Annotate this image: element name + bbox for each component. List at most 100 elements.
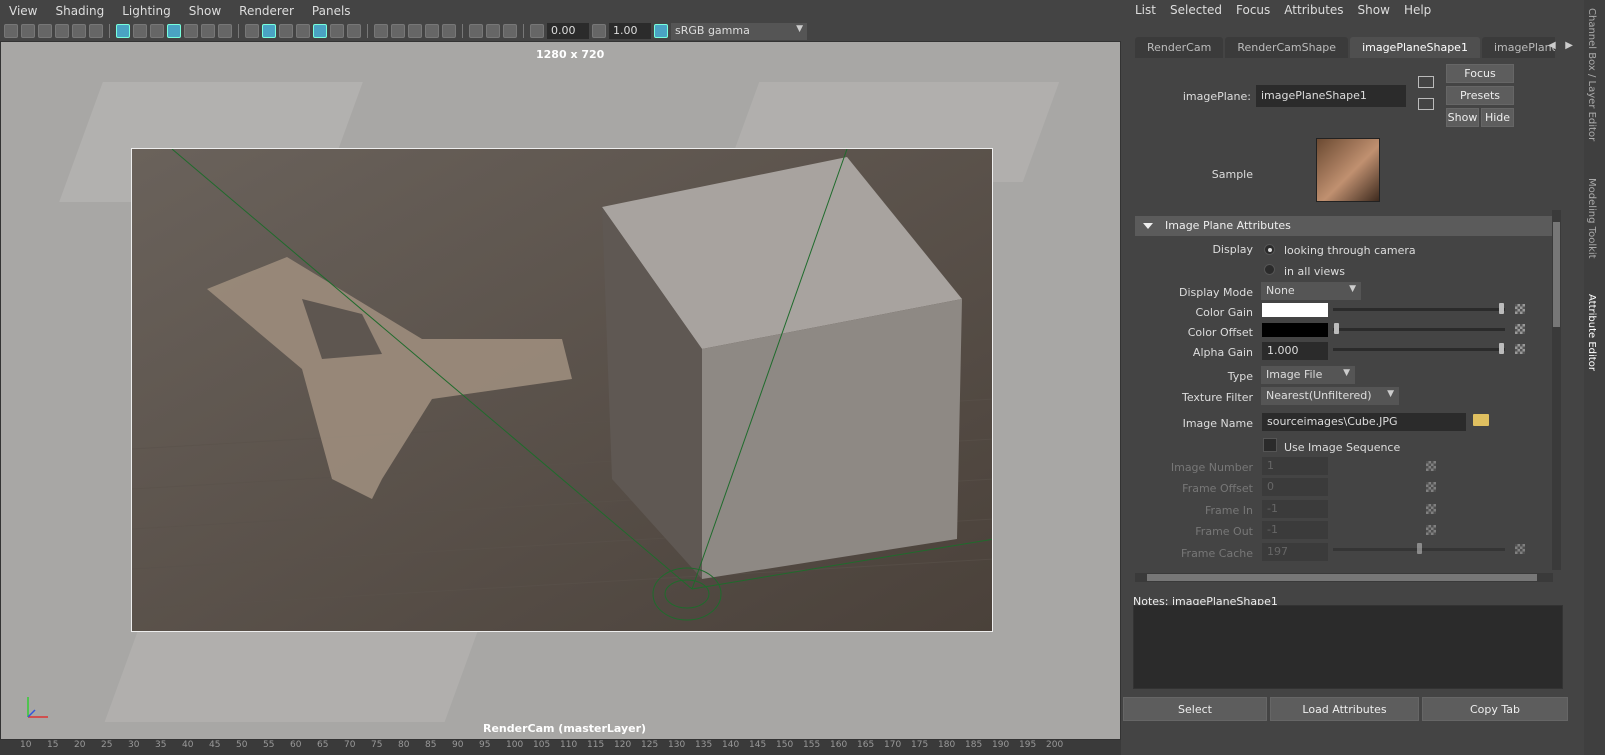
menu-help[interactable]: Help (1404, 3, 1431, 17)
select-camera-icon[interactable] (4, 24, 18, 38)
color-offset-slider-knob[interactable] (1334, 323, 1339, 334)
view-transform-dropdown[interactable]: sRGB gamma ▼ (671, 22, 807, 40)
frame-cache-slider-knob[interactable] (1417, 543, 1422, 554)
exposure-field[interactable]: 0.00 (547, 23, 589, 39)
scrollbar-thumb[interactable] (1147, 574, 1537, 581)
gamma-field[interactable]: 1.00 (609, 23, 651, 39)
color-gain-slider[interactable] (1333, 308, 1505, 311)
tab-rendercamshape[interactable]: RenderCamShape (1225, 37, 1349, 58)
tab-modeling-toolkit[interactable]: Modeling Toolkit (1586, 178, 1597, 259)
tab-channel-box[interactable]: Channel Box / Layer Editor (1586, 8, 1597, 141)
alpha-gain-field[interactable]: 1.000 (1262, 342, 1328, 360)
safe-title-icon[interactable] (218, 24, 232, 38)
tab-imageplaneshape1[interactable]: imagePlaneShape1 (1350, 37, 1480, 58)
color-offset-swatch[interactable] (1262, 323, 1328, 337)
camera-attributes-icon[interactable] (21, 24, 35, 38)
focus-button[interactable]: Focus (1446, 64, 1514, 83)
map-button-icon[interactable] (1426, 482, 1436, 492)
menu-selected[interactable]: Selected (1170, 3, 1222, 17)
image-plane-attributes-header[interactable]: Image Plane Attributes (1135, 216, 1559, 236)
xray-joints-icon[interactable] (486, 24, 500, 38)
texture-filter-dropdown[interactable]: Nearest(Unfiltered) ▼ (1261, 387, 1399, 405)
2d-pan-zoom-icon[interactable] (89, 24, 103, 38)
color-gain-slider-knob[interactable] (1499, 303, 1504, 314)
color-management-icon[interactable] (654, 24, 668, 38)
xray-icon[interactable] (469, 24, 483, 38)
map-button-icon[interactable] (1426, 525, 1436, 535)
film-gate-icon[interactable] (133, 24, 147, 38)
horizontal-scrollbar[interactable] (1135, 573, 1553, 582)
folder-icon[interactable] (1473, 414, 1489, 426)
menu-view[interactable]: View (9, 4, 37, 18)
color-offset-slider[interactable] (1333, 328, 1505, 331)
default-material-icon[interactable] (279, 24, 293, 38)
safe-action-icon[interactable] (201, 24, 215, 38)
use-image-sequence-checkbox[interactable] (1263, 438, 1277, 452)
bookmarks-icon[interactable] (38, 24, 52, 38)
image-plane-icon[interactable] (55, 24, 69, 38)
smooth-shade-icon[interactable] (262, 24, 276, 38)
display-mode-dropdown[interactable]: None ▼ (1261, 282, 1361, 300)
menu-show[interactable]: Show (1358, 3, 1390, 17)
vertical-scrollbar[interactable] (1552, 210, 1561, 570)
textured-icon[interactable] (313, 24, 327, 38)
menu-list[interactable]: List (1135, 3, 1156, 17)
shadows-icon[interactable] (347, 24, 361, 38)
alpha-gain-slider[interactable] (1333, 348, 1505, 351)
alpha-gain-slider-knob[interactable] (1499, 343, 1504, 354)
select-input-icon[interactable] (1418, 76, 1434, 88)
xray-components-icon[interactable] (503, 24, 517, 38)
frame-in-field[interactable]: -1 (1262, 500, 1328, 518)
menu-lighting[interactable]: Lighting (122, 4, 171, 18)
map-button-icon[interactable] (1426, 504, 1436, 514)
field-chart-icon[interactable] (184, 24, 198, 38)
select-output-icon[interactable] (1418, 98, 1434, 110)
map-button-icon[interactable] (1515, 544, 1525, 554)
menu-shading[interactable]: Shading (55, 4, 104, 18)
select-button[interactable]: Select (1123, 697, 1267, 721)
wireframe-on-shaded-icon[interactable] (296, 24, 310, 38)
ambient-occlusion-icon[interactable] (374, 24, 388, 38)
image-plane[interactable] (131, 148, 993, 632)
lighting-icon[interactable] (330, 24, 344, 38)
menu-renderer[interactable]: Renderer (239, 4, 294, 18)
tab-imageplane[interactable]: imagePlane (1481, 37, 1555, 58)
exposure-icon[interactable] (530, 24, 544, 38)
map-button-icon[interactable] (1515, 344, 1525, 354)
tab-attribute-editor[interactable]: Attribute Editor (1586, 294, 1597, 371)
time-slider[interactable]: 10 15 20 25 30 35 40 45 50 55 60 65 70 75 80 85 90 95 100 1… (0, 740, 1121, 755)
menu-focus[interactable]: Focus (1236, 3, 1270, 17)
map-button-icon[interactable] (1515, 324, 1525, 334)
gate-mask-icon[interactable] (167, 24, 181, 38)
menu-attributes[interactable]: Attributes (1284, 3, 1343, 17)
copy-tab-button[interactable]: Copy Tab (1422, 697, 1568, 721)
viewport-scene[interactable]: 1280 x 720 RenderCam (masterLayer) (0, 41, 1121, 740)
scrollbar-thumb[interactable] (1553, 222, 1560, 327)
show-button[interactable]: Show (1446, 108, 1479, 127)
grid-icon[interactable] (116, 24, 130, 38)
hide-button[interactable]: Hide (1481, 108, 1514, 127)
image-number-field[interactable]: 1 (1262, 457, 1328, 475)
resolution-gate-icon[interactable] (150, 24, 164, 38)
map-button-icon[interactable] (1426, 461, 1436, 471)
display-radio-camera[interactable] (1264, 244, 1275, 255)
grease-pencil-icon[interactable] (72, 24, 86, 38)
notes-textarea[interactable] (1133, 605, 1563, 689)
frame-offset-field[interactable]: 0 (1262, 478, 1328, 496)
node-name-field[interactable]: imagePlaneShape1 (1256, 85, 1406, 107)
menu-panels[interactable]: Panels (312, 4, 351, 18)
map-button-icon[interactable] (1515, 304, 1525, 314)
color-gain-swatch[interactable] (1262, 303, 1328, 317)
display-radio-all[interactable] (1264, 264, 1275, 275)
presets-button[interactable]: Presets (1446, 86, 1514, 105)
tab-scroll-arrows[interactable]: ◀ ▶ (1548, 40, 1573, 51)
tab-rendercam[interactable]: RenderCam (1135, 37, 1224, 58)
frame-out-field[interactable]: -1 (1262, 521, 1328, 539)
type-dropdown[interactable]: Image File ▼ (1261, 366, 1355, 384)
load-attributes-button[interactable]: Load Attributes (1270, 697, 1419, 721)
wireframe-icon[interactable] (245, 24, 259, 38)
depth-of-field-icon[interactable] (425, 24, 439, 38)
image-name-field[interactable]: sourceimages\Cube.JPG (1262, 413, 1466, 431)
menu-show[interactable]: Show (189, 4, 221, 18)
frame-cache-field[interactable]: 197 (1262, 543, 1328, 561)
